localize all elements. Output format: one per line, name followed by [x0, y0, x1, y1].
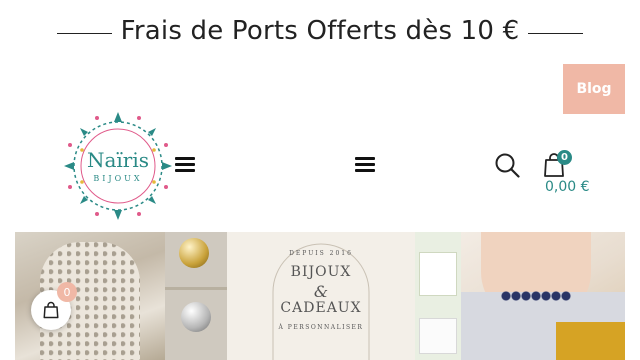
banner-line-cadeaux: CADEAUX [280, 300, 362, 316]
hero-banner[interactable]: DEPUIS 2016 BIJOUX & CADEAUX À PERSONNAL… [15, 232, 625, 360]
banner-since: DEPUIS 2016 [289, 250, 353, 257]
floating-bag-icon [43, 301, 59, 319]
secondary-menu-toggle-icon[interactable] [355, 157, 375, 173]
floating-cart-count: 0 [57, 282, 77, 302]
banner-title-card: DEPUIS 2016 BIJOUX & CADEAUX À PERSONNAL… [227, 232, 415, 360]
banner-personalize: À PERSONNALISER [278, 324, 364, 331]
logo-subtitle: BIJOUX [93, 174, 143, 183]
banner-ampersand: & [313, 282, 329, 301]
logo-name: Naïris [86, 148, 150, 172]
blog-button[interactable]: Blog [563, 64, 625, 114]
banner-photo-baby [461, 232, 625, 360]
cart-total: 0,00 € [545, 179, 590, 195]
banner-photo-bolas [165, 232, 227, 360]
cart-count-badge: 0 [557, 150, 572, 165]
site-logo[interactable]: Naïris BIJOUX [62, 110, 174, 222]
banner-line-bijoux: BIJOUX [290, 264, 352, 280]
promo-divider-left [57, 33, 112, 34]
banner-photo-cards [415, 232, 461, 360]
header-cart[interactable]: 0 0,00 € [540, 150, 600, 200]
promo-divider-right [528, 33, 583, 34]
promo-bar: Frais de Ports Offerts dès 10 € [0, 0, 640, 68]
promo-text: Frais de Ports Offerts dès 10 € [120, 16, 520, 46]
search-icon[interactable] [494, 152, 520, 178]
menu-toggle-icon[interactable] [175, 157, 195, 173]
